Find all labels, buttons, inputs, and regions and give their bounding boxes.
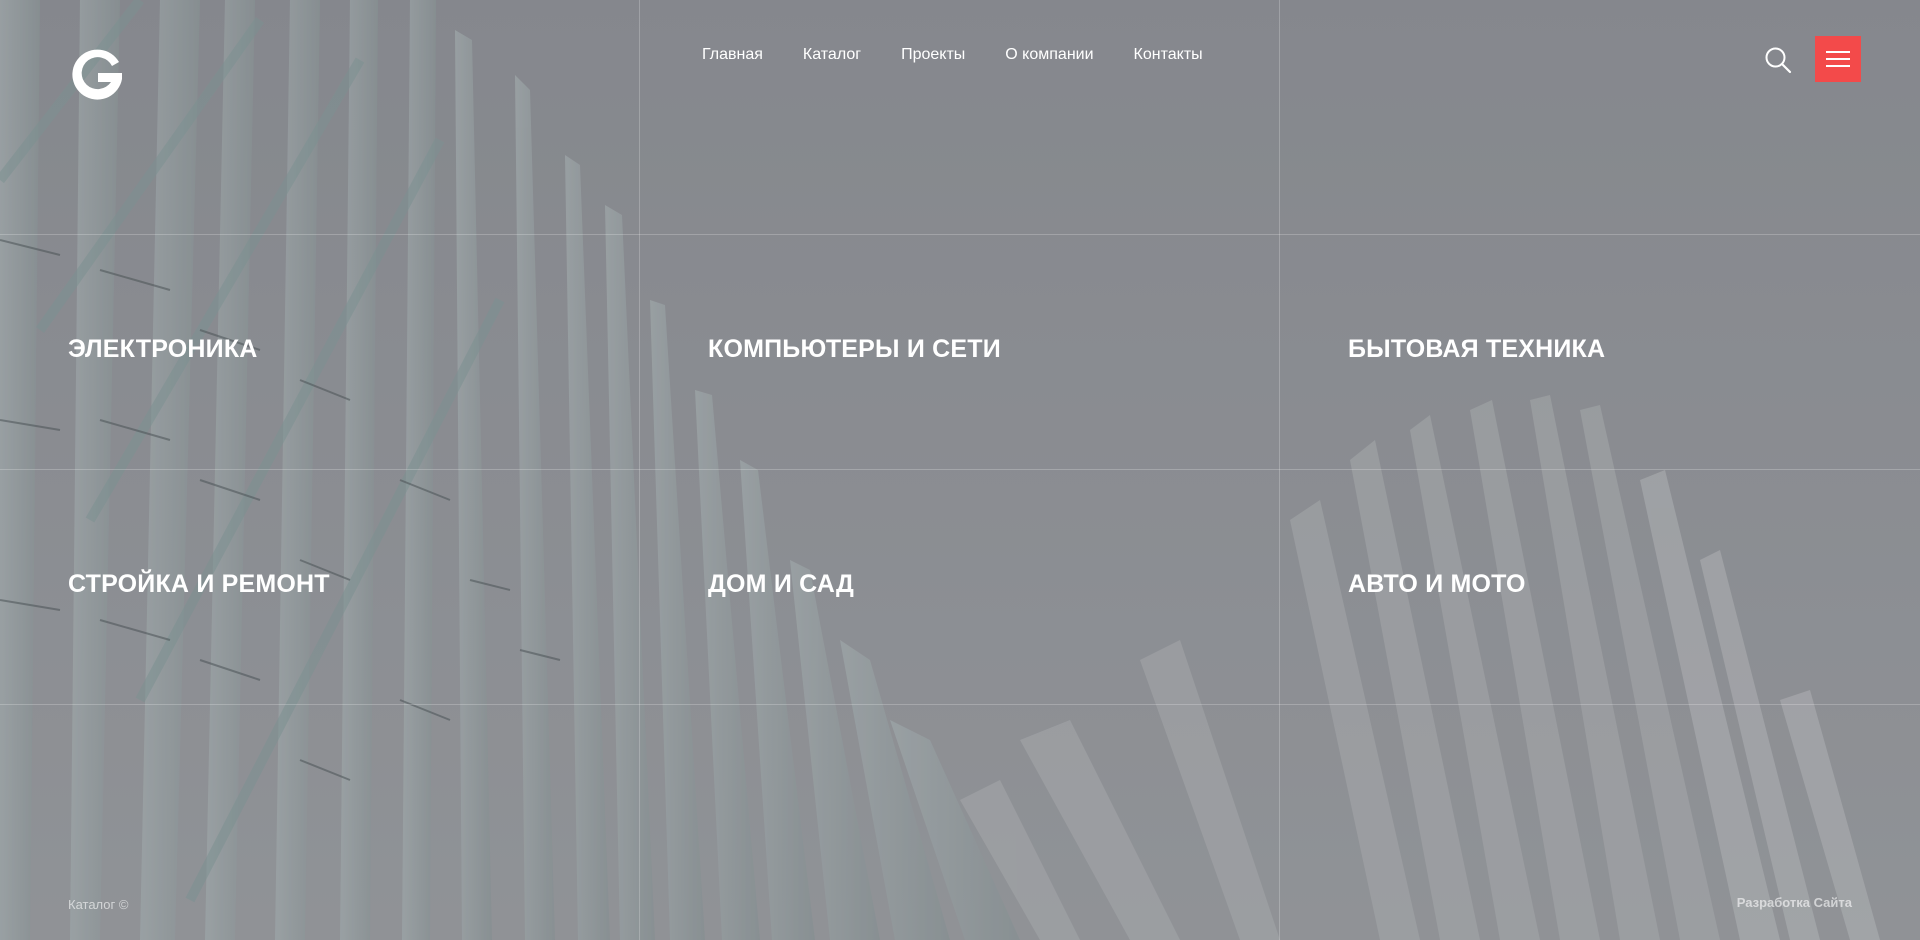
footer-copyright: Каталог ©	[68, 897, 129, 912]
nav-link-contacts[interactable]: Контакты	[1134, 46, 1203, 63]
menu-button[interactable]	[1815, 36, 1861, 82]
grid-line	[0, 469, 1920, 470]
page: Главная Каталог Проекты О компании Конта…	[0, 0, 1920, 940]
category-home-garden[interactable]: ДОМ И САД	[708, 569, 854, 599]
category-construction-repair[interactable]: СТРОЙКА И РЕМОНТ	[68, 569, 330, 599]
nav-item-contacts: Контакты	[1134, 44, 1203, 66]
nav-link-home[interactable]: Главная	[702, 46, 763, 63]
search-button[interactable]	[1764, 46, 1792, 74]
hamburger-menu-icon	[1826, 58, 1850, 60]
main-nav: Главная Каталог Проекты О компании Конта…	[702, 44, 1243, 66]
category-computers-networks[interactable]: КОМПЬЮТЕРЫ И СЕТИ	[708, 334, 1001, 364]
nav-link-catalog[interactable]: Каталог	[803, 46, 861, 63]
nav-item-home: Главная	[702, 44, 763, 66]
category-home-appliances[interactable]: БЫТОВАЯ ТЕХНИКА	[1348, 334, 1605, 364]
background-overlay	[0, 0, 1920, 940]
category-electronics[interactable]: ЭЛЕКТРОНИКА	[68, 334, 258, 364]
logo[interactable]	[68, 46, 126, 104]
nav-item-projects: Проекты	[901, 44, 965, 66]
nav-item-about: О компании	[1005, 44, 1093, 66]
hamburger-menu-icon	[1826, 65, 1850, 67]
nav-link-projects[interactable]: Проекты	[901, 46, 965, 63]
category-auto-moto[interactable]: АВТО И МОТО	[1348, 569, 1526, 599]
developer-link[interactable]: Разработка Сайта	[1737, 895, 1852, 910]
grid-line	[1279, 0, 1280, 940]
nav-link-about[interactable]: О компании	[1005, 46, 1093, 63]
grid-line	[0, 704, 1920, 705]
grid-line	[639, 0, 640, 940]
logo-g-icon	[72, 49, 122, 100]
search-icon	[1765, 47, 1792, 74]
grid-line	[0, 234, 1920, 235]
hamburger-menu-icon	[1826, 51, 1850, 53]
nav-item-catalog: Каталог	[803, 44, 861, 66]
